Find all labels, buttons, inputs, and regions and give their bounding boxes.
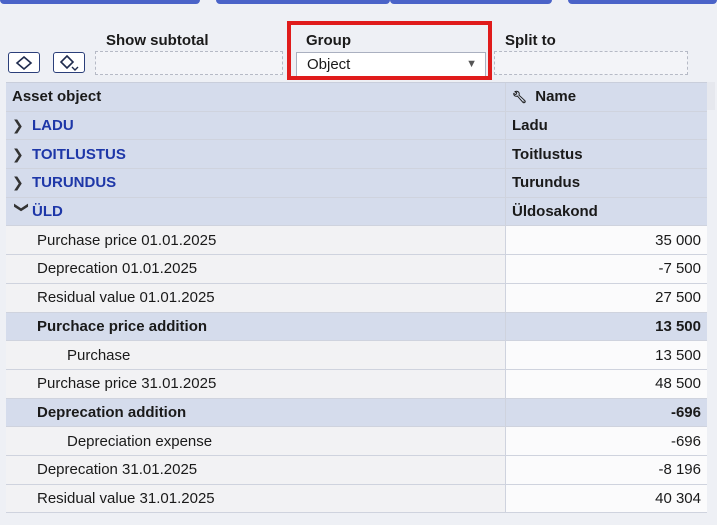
table-row[interactable]: Deprecation 31.01.2025 -8 196 bbox=[6, 455, 707, 485]
subtotal-row[interactable]: Purchace price addition 13 500 bbox=[6, 312, 707, 342]
show-subtotal-dropzone[interactable] bbox=[95, 51, 283, 75]
group-row-uld[interactable]: ❯ ÜLD Üldosakond bbox=[6, 197, 707, 227]
table-row[interactable]: Depreciation expense -696 bbox=[6, 427, 707, 456]
column-header-asset-object[interactable]: Asset object bbox=[6, 83, 506, 111]
grid-header-row: Asset object 🔧︎ Name bbox=[6, 83, 707, 112]
group-row-toitlustus[interactable]: ❯ TOITLUSTUS Toitlustus bbox=[6, 140, 707, 170]
table-row[interactable]: Residual value 31.01.2025 40 304 bbox=[6, 484, 707, 514]
group-name: Üldosakond bbox=[512, 203, 598, 221]
scrollbar[interactable] bbox=[707, 82, 715, 110]
chevron-right-icon[interactable]: ❯ bbox=[12, 117, 32, 134]
chevron-right-icon[interactable]: ❯ bbox=[12, 146, 32, 163]
split-to-label: Split to bbox=[505, 32, 556, 49]
chevron-down-icon[interactable]: ❯ bbox=[14, 202, 31, 222]
group-name: Ladu bbox=[512, 117, 548, 135]
expand-all-button[interactable] bbox=[8, 52, 40, 73]
group-name: Turundus bbox=[512, 174, 581, 192]
split-to-dropzone[interactable] bbox=[494, 51, 688, 75]
asset-grid: Asset object 🔧︎ Name ❯ LADU Ladu ❯ TOITL… bbox=[6, 82, 707, 514]
diamond-collapse-icon bbox=[59, 54, 79, 71]
tab-stub[interactable] bbox=[216, 0, 390, 4]
group-label: LADU bbox=[32, 117, 74, 135]
tab-stub[interactable] bbox=[390, 0, 552, 4]
tab-stub[interactable] bbox=[568, 0, 717, 4]
tab-stub[interactable] bbox=[0, 0, 200, 4]
table-row[interactable]: Deprecation 01.01.2025 -7 500 bbox=[6, 255, 707, 284]
table-row[interactable]: Purchase price 31.01.2025 48 500 bbox=[6, 369, 707, 399]
group-label: ÜLD bbox=[32, 203, 63, 221]
group-row-ladu[interactable]: ❯ LADU Ladu bbox=[6, 111, 707, 141]
chevron-right-icon[interactable]: ❯ bbox=[12, 174, 32, 191]
group-label: TOITLUSTUS bbox=[32, 145, 126, 163]
subtotal-row[interactable]: Deprecation addition -696 bbox=[6, 398, 707, 428]
wrench-icon: 🔧︎ bbox=[512, 89, 528, 104]
column-header-name[interactable]: 🔧︎ Name bbox=[506, 83, 707, 111]
group-label: TURUNDUS bbox=[32, 174, 117, 192]
table-row[interactable]: Purchase 13 500 bbox=[6, 341, 707, 370]
group-row-turundus[interactable]: ❯ TURUNDUS Turundus bbox=[6, 169, 707, 198]
group-highlight-box bbox=[287, 21, 492, 80]
table-row[interactable]: Purchase price 01.01.2025 35 000 bbox=[6, 226, 707, 256]
diamond-expand-icon bbox=[15, 55, 33, 70]
group-name: Toitlustus bbox=[512, 145, 583, 163]
show-subtotal-label: Show subtotal bbox=[106, 32, 209, 49]
table-row[interactable]: Residual value 01.01.2025 27 500 bbox=[6, 283, 707, 313]
collapse-all-button[interactable] bbox=[53, 52, 85, 73]
